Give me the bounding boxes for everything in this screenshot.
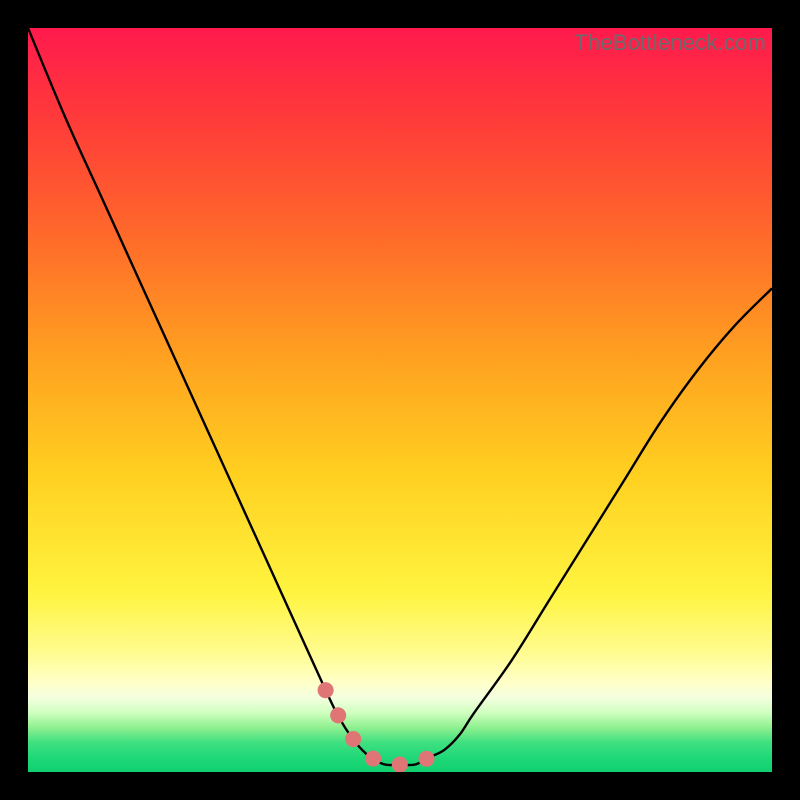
curve-line xyxy=(28,28,772,765)
plot-area: TheBottleneck.com xyxy=(28,28,772,772)
watermark-text: TheBottleneck.com xyxy=(574,30,766,56)
highlight-segment-line xyxy=(326,690,445,764)
chart-svg xyxy=(28,28,772,772)
chart-frame: TheBottleneck.com xyxy=(0,0,800,800)
